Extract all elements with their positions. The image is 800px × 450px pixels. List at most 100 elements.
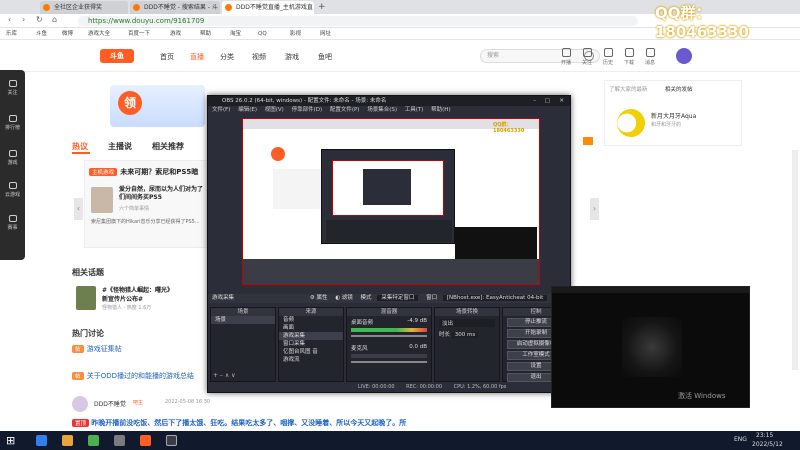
bookmark[interactable]: 影视 [290, 29, 301, 39]
bookmark[interactable]: 斗鱼 [36, 29, 47, 39]
source-item[interactable]: 游戏流 [279, 356, 343, 364]
nav-category[interactable]: 分类 [220, 52, 234, 62]
clock-date[interactable]: 2022/5/12 [752, 441, 783, 448]
rail-item-game[interactable]: 游戏 [0, 150, 25, 166]
card-body: 索尼集团旗下的Hikari音乐分享已经获得了PS5... [91, 219, 200, 225]
menu-docks[interactable]: 停靠部件(D) [292, 107, 323, 113]
nav-yuba[interactable]: 鱼吧 [318, 52, 332, 62]
rail-item-esports[interactable]: 赛事 [0, 215, 25, 231]
windows-start-icon[interactable]: ⊞ [6, 435, 17, 446]
post-avatar[interactable] [72, 396, 88, 412]
post-preview[interactable]: 置顶 昨晚开播前没吃饭、然后下了播太饿、狂吃。结果吃太多了、咽撑、又没睡着、所以… [72, 418, 542, 428]
capture-mode-select[interactable]: 采集特定窗口 [377, 295, 419, 301]
browser-tab-active[interactable]: DDD不睡觉直播_主机游戏直 [222, 1, 314, 14]
menu-scene-collection[interactable]: 场景集合(S) [367, 107, 397, 113]
bookmark[interactable]: 乐库 [6, 29, 17, 39]
taskbar-app-icon[interactable] [88, 435, 99, 446]
source-item[interactable]: 画面 [279, 324, 343, 332]
right-user[interactable]: 新月大月牙Aqua [651, 111, 696, 120]
close-icon[interactable]: ✕ [559, 96, 564, 106]
filters-button[interactable]: ◐ 滤镜 [335, 295, 353, 301]
bookmark[interactable]: 游戏大全 [88, 29, 110, 39]
rail-item-rank[interactable]: 排行榜 [0, 115, 25, 131]
nav-home[interactable]: 首页 [160, 52, 174, 62]
rail-item-cloud[interactable]: 云游戏 [0, 182, 25, 198]
carousel-next-icon[interactable]: › [590, 198, 599, 220]
header-history[interactable]: 历史 [599, 48, 617, 66]
menu-profile[interactable]: 配置文件(P) [330, 107, 360, 113]
minimize-icon[interactable]: – [533, 96, 536, 106]
bookmark[interactable]: 网址 [320, 29, 331, 39]
scene-buttons[interactable]: + – ∧ ∨ [213, 372, 236, 379]
hot-item[interactable]: 帖 关于ODD播过的和能播的游戏总结 [72, 370, 194, 381]
bookmark[interactable]: 帮助 [200, 29, 211, 39]
bookmark[interactable]: 微博 [62, 29, 73, 39]
window-select[interactable]: [NBhost.exe]: EasyAnticheat 04-bit [442, 295, 548, 301]
header-follow[interactable]: 关注 [578, 48, 596, 66]
menu-file[interactable]: 文件(F) [212, 107, 230, 113]
header-download[interactable]: 下载 [620, 48, 638, 66]
nav-video[interactable]: 视频 [252, 52, 266, 62]
rail-item-follow[interactable]: 关注 [0, 80, 25, 96]
source-item[interactable]: 音频 [279, 316, 343, 324]
tab-related[interactable]: 相关推荐 [152, 141, 184, 152]
right-desc: 和牙和牙牙的 [651, 122, 682, 128]
right-avatar[interactable] [617, 109, 645, 137]
hot-item[interactable]: 帖 游戏征集帖 [72, 343, 122, 354]
qq-watermark: QQ群：180463330 [655, 4, 749, 41]
post-user[interactable]: DDD不睡觉 [94, 399, 126, 408]
bookmark[interactable]: 淘宝 [230, 29, 241, 39]
promo-banner[interactable]: 领 [110, 85, 205, 127]
game-window[interactable]: 激活 Windows [551, 286, 750, 408]
transition-select[interactable]: 淡出 [439, 319, 495, 327]
volume-slider[interactable] [351, 335, 427, 337]
download-icon [624, 48, 634, 57]
home-icon[interactable]: ⌂ [52, 15, 57, 24]
heart-icon [582, 48, 592, 57]
tab-hot[interactable]: 热议 [72, 141, 88, 152]
new-tab-button[interactable]: + [318, 2, 326, 12]
reload-icon[interactable]: ↻ [36, 15, 43, 24]
volume-slider[interactable] [351, 361, 427, 363]
nav-game[interactable]: 游戏 [285, 52, 299, 62]
nav-live[interactable]: 直播 [190, 52, 204, 62]
url-field[interactable]: https://www.douyu.com/9161709 [78, 16, 638, 26]
browser-tab[interactable]: DDD不睡觉 - 搜索结果 - 斗 [130, 1, 220, 14]
source-item[interactable]: 游戏采集 [279, 332, 343, 340]
page-scrollbar[interactable] [792, 150, 798, 370]
feature-card[interactable]: 主机游戏 未来可期？索尼和PS5暗 爱分自然，尿而以为人们对为了们间间务买PS5… [84, 160, 209, 248]
input-language[interactable]: ENG [734, 436, 747, 443]
taskbar-app-icon[interactable] [36, 435, 47, 446]
mixer-track-name: 桌面音频 [351, 320, 374, 326]
taskbar-app-icon[interactable] [62, 435, 73, 446]
menu-help[interactable]: 帮助(H) [431, 107, 450, 113]
menu-view[interactable]: 视图(V) [265, 107, 284, 113]
source-item[interactable]: 亿图台风图 音 [279, 348, 343, 356]
header-broadcast[interactable]: 开播 [557, 48, 575, 66]
obs-preview[interactable]: QQ群：180463330 [242, 118, 593, 285]
forward-icon[interactable]: › [22, 15, 25, 24]
source-item[interactable]: 窗口采集 [279, 340, 343, 348]
scenes-dock: 场景 场景 + – ∧ ∨ [210, 307, 276, 382]
duration-input[interactable]: 300 ms [451, 332, 479, 338]
back-icon[interactable]: ‹ [8, 15, 11, 24]
bookmark[interactable]: 游戏 [170, 29, 181, 39]
bookmark[interactable]: QQ [258, 29, 267, 39]
avatar[interactable] [676, 48, 692, 64]
header-message[interactable]: 消息 [641, 48, 659, 66]
taskbar-app-icon[interactable] [114, 435, 125, 446]
topic-card[interactable]: #《怪物猎人崛起：曙光》 新宣传片公布# 怪物猎人 · 热度 1.6万 [72, 282, 190, 318]
tab-anchor[interactable]: 主播说 [108, 141, 132, 152]
properties-button[interactable]: ⚙ 属性 [310, 295, 328, 301]
scene-item[interactable]: 场景 [211, 316, 275, 324]
clock-time[interactable]: 23:15 [756, 432, 773, 439]
maximize-icon[interactable]: □ [545, 96, 550, 106]
bookmark[interactable]: 百度一下 [128, 29, 150, 39]
menu-tools[interactable]: 工具(T) [405, 107, 424, 113]
carousel-prev-icon[interactable]: ‹ [74, 198, 83, 220]
browser-tab[interactable]: 全社区企业获得奖 [40, 1, 128, 14]
menu-edit[interactable]: 编辑(E) [238, 107, 257, 113]
taskbar-app-icon[interactable] [140, 435, 151, 446]
taskbar-app-icon[interactable] [166, 435, 177, 446]
site-logo[interactable]: 斗鱼 [100, 49, 134, 63]
